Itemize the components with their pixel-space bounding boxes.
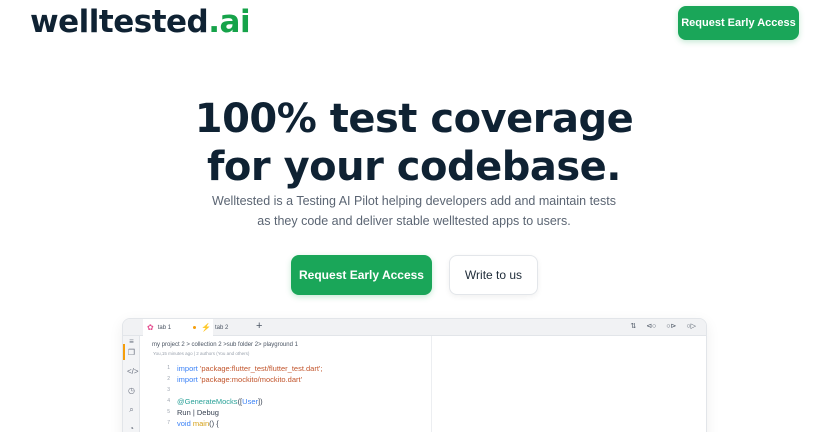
menu-icon[interactable]: ≡ bbox=[127, 337, 136, 346]
unsaved-dot-icon bbox=[193, 326, 197, 329]
editor-preview: ✿ tab 1 ⚡ tab 2 + ⇅ ⊲○ ○⊳ ○▷ ≡ ❐ </> ◷ ⌕… bbox=[122, 318, 707, 432]
toggle-left-icon[interactable]: ⊲○ bbox=[646, 322, 656, 330]
preview-pane bbox=[432, 336, 706, 432]
hero-title-line-2: for your codebase. bbox=[207, 144, 621, 190]
swap-icon[interactable]: ⇅ bbox=[630, 322, 636, 330]
add-tab-icon[interactable]: + bbox=[256, 320, 262, 332]
clock-icon[interactable]: ◔ bbox=[127, 424, 136, 432]
editor-tab-label: tab 2 bbox=[214, 324, 229, 331]
hero-title: 100% test coverage for your codebase. bbox=[0, 95, 828, 191]
editor-tab-bar: ✿ tab 1 ⚡ tab 2 + ⇅ ⊲○ ○⊳ ○▷ bbox=[123, 319, 706, 336]
editor-tab-label: tab 1 bbox=[157, 324, 172, 331]
logo-tld: .ai bbox=[208, 4, 251, 40]
editor-sidebar: ≡ ❐ </> ◷ ⌕ ◔ bbox=[123, 336, 140, 432]
toggle-right-icon[interactable]: ○▷ bbox=[686, 322, 696, 330]
git-blame: You,15 minutes ago | 2 authors (You and … bbox=[153, 351, 250, 356]
search-icon[interactable]: ⌕ bbox=[127, 405, 136, 414]
breadcrumb: my project 2 > collection 2 >sub folder … bbox=[152, 342, 298, 348]
write-to-us-button[interactable]: Write to us bbox=[449, 255, 538, 295]
history-icon[interactable]: ◷ bbox=[127, 386, 136, 395]
code-icon[interactable]: </> bbox=[127, 367, 139, 376]
hero-subtitle: Welltested is a Testing AI Pilot helping… bbox=[212, 194, 616, 228]
files-icon[interactable]: ❐ bbox=[127, 348, 136, 357]
flutter-bolt-icon: ⚡ bbox=[201, 323, 211, 332]
editor-tab-2[interactable]: ⚡ tab 2 bbox=[201, 319, 228, 336]
hero-title-line-1: 100% test coverage bbox=[194, 96, 634, 142]
nav-request-access-button[interactable]: Request Early Access bbox=[678, 6, 799, 40]
editor-toolbar: ⇅ ⊲○ ○⊳ ○▷ bbox=[630, 322, 696, 330]
logo-main: welltested bbox=[30, 4, 209, 40]
logo[interactable]: welltested.ai bbox=[30, 4, 251, 40]
active-indicator bbox=[123, 344, 125, 360]
file-pink-icon: ✿ bbox=[147, 323, 154, 332]
code-pane[interactable]: my project 2 > collection 2 >sub folder … bbox=[140, 336, 432, 432]
toggle-mid-icon[interactable]: ○⊳ bbox=[666, 322, 676, 330]
hero-request-access-button[interactable]: Request Early Access bbox=[291, 255, 432, 295]
